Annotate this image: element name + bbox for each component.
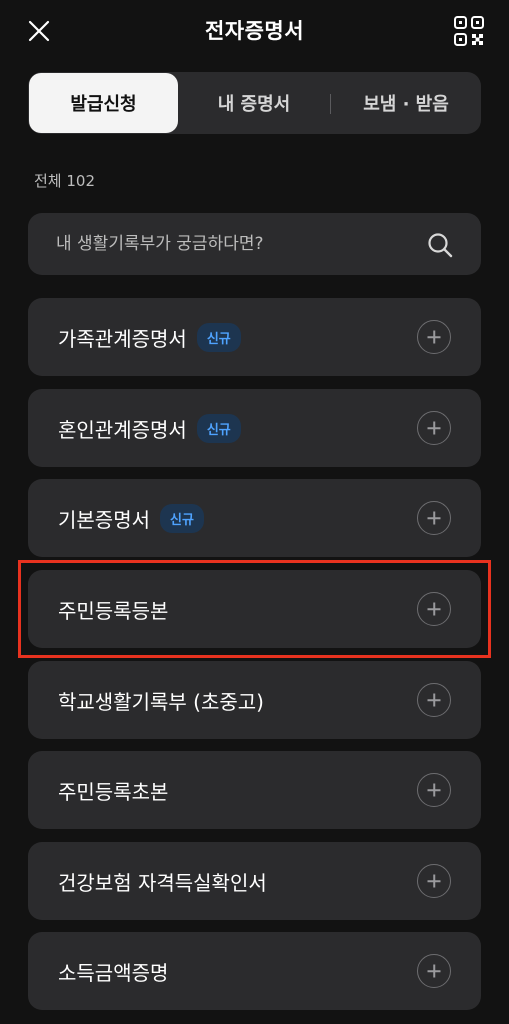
- item-label: 가족관계증명서: [58, 326, 187, 351]
- add-icon[interactable]: [417, 592, 451, 626]
- item-label: 소득금액증명: [58, 960, 169, 985]
- segmented-tabs: 발급신청 내 증명서 보냄 · 받음: [28, 72, 481, 134]
- add-icon[interactable]: [417, 501, 451, 535]
- list-item-health-insurance[interactable]: 건강보험 자격득실확인서: [28, 842, 481, 920]
- item-label-row: 주민등록초본: [58, 751, 168, 829]
- page-title: 전자증명서: [204, 19, 305, 43]
- list-item-resident-register-copy[interactable]: 주민등록등본: [28, 570, 481, 648]
- item-label-row: 학교생활기록부 (초중고): [58, 661, 264, 739]
- new-badge: 신규: [160, 503, 204, 533]
- add-icon[interactable]: [417, 683, 451, 717]
- item-label-row: 기본증명서 신규: [58, 479, 204, 557]
- tab-my-certificates[interactable]: 내 증명서: [179, 72, 329, 134]
- list-item-resident-register-abstract[interactable]: 주민등록초본: [28, 751, 481, 829]
- add-icon[interactable]: [417, 411, 451, 445]
- item-label-row: 소득금액증명: [58, 932, 168, 1010]
- qr-button[interactable]: [452, 14, 486, 48]
- item-label: 주민등록등본: [58, 598, 169, 623]
- list-item-marriage-relation[interactable]: 혼인관계증명서 신규: [28, 389, 481, 467]
- tab-sent-received[interactable]: 보냄 · 받음: [331, 72, 481, 134]
- new-badge: 신규: [196, 413, 241, 443]
- add-icon[interactable]: [417, 954, 451, 988]
- item-label: 기본증명서: [58, 507, 150, 532]
- search-bar: [28, 213, 481, 275]
- item-label-row: 가족관계증명서 신규: [58, 298, 241, 376]
- add-icon[interactable]: [417, 320, 451, 354]
- item-label-row: 건강보험 자격득실확인서: [58, 842, 267, 920]
- item-label: 주민등록초본: [58, 779, 169, 804]
- item-label-row: 주민등록등본: [58, 570, 168, 648]
- add-icon[interactable]: [417, 864, 451, 898]
- item-label: 혼인관계증명서: [58, 417, 187, 442]
- new-badge: 신규: [196, 322, 241, 352]
- search-input[interactable]: [28, 213, 418, 275]
- item-label-row: 혼인관계증명서 신규: [58, 389, 241, 467]
- list-item-income-certificate[interactable]: 소득금액증명: [28, 932, 481, 1010]
- item-label: 학교생활기록부 (초중고): [58, 689, 264, 714]
- add-icon[interactable]: [417, 773, 451, 807]
- app-header: 전자증명서: [0, 0, 509, 62]
- list-item-basic-certificate[interactable]: 기본증명서 신규: [28, 479, 481, 557]
- search-icon[interactable]: [426, 231, 454, 259]
- tab-issue-request[interactable]: 발급신청: [29, 73, 178, 133]
- list-item-family-relation[interactable]: 가족관계증명서 신규: [28, 298, 481, 376]
- item-label: 건강보험 자격득실확인서: [58, 870, 267, 895]
- qr-code-icon: [454, 16, 484, 46]
- total-count: 전체 102: [34, 172, 95, 190]
- list-item-school-record[interactable]: 학교생활기록부 (초중고): [28, 661, 481, 739]
